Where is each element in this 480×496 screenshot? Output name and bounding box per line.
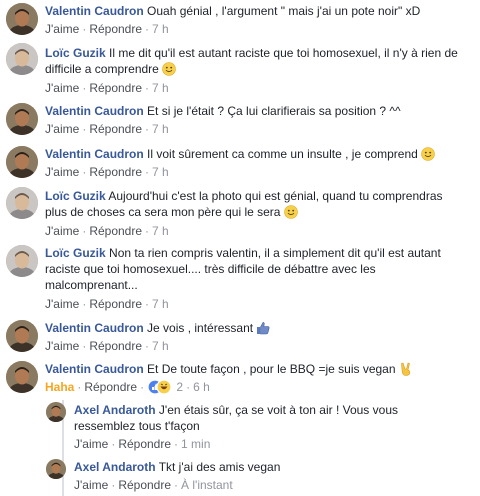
avatar[interactable] [6, 3, 38, 35]
comment-author[interactable]: Valentin Caudron [45, 362, 144, 376]
reply-button[interactable]: Répondre [118, 437, 171, 451]
smile-emoji [421, 147, 435, 161]
reply-button[interactable]: Répondre [89, 81, 142, 95]
reply-button[interactable]: Répondre [89, 224, 142, 238]
comment-author[interactable]: Loïc Guzik [45, 46, 106, 60]
comment-timestamp[interactable]: 1 min [181, 437, 210, 451]
avatar[interactable] [6, 361, 38, 393]
comment-author[interactable]: Valentin Caudron [45, 321, 144, 335]
haha-reaction-button[interactable]: Haha [45, 380, 74, 394]
comment-timestamp[interactable]: 7 h [152, 224, 169, 238]
comment-text: Et si je l'était ? Ça lui clarifierais s… [147, 104, 401, 118]
like-button[interactable]: J'aime [45, 339, 79, 353]
comment-text: Tkt j'ai des amis vegan [158, 460, 281, 474]
like-button[interactable]: J'aime [45, 297, 79, 311]
comment-author[interactable]: Axel Andaroth [74, 403, 156, 417]
comment-author[interactable]: Valentin Caudron [45, 147, 144, 161]
avatar[interactable] [6, 245, 38, 277]
comment-timestamp[interactable]: 6 h [193, 380, 210, 394]
comment-timestamp[interactable]: 7 h [152, 22, 169, 36]
like-button[interactable]: J'aime [74, 437, 108, 451]
like-button[interactable]: J'aime [45, 122, 79, 136]
reply-button[interactable]: Répondre [118, 478, 171, 492]
comment-author[interactable]: Valentin Caudron [45, 104, 144, 118]
comment-text: Il me dit qu'il est autant raciste que t… [45, 46, 458, 76]
like-button[interactable]: J'aime [45, 224, 79, 238]
smile-emoji [284, 205, 298, 219]
avatar[interactable] [46, 459, 66, 479]
comment-timestamp[interactable]: 7 h [152, 122, 169, 136]
comment-timestamp[interactable]: 7 h [152, 81, 169, 95]
avatar[interactable] [6, 187, 38, 219]
comment-timestamp[interactable]: 7 h [152, 297, 169, 311]
comment-timestamp[interactable]: 7 h [152, 165, 169, 179]
like-button[interactable]: J'aime [45, 81, 79, 95]
comment-timestamp[interactable]: 7 h [152, 339, 169, 353]
comment-text: Il voit sûrement ca comme un insulte , j… [147, 147, 418, 161]
like-button[interactable]: J'aime [74, 478, 108, 492]
smile-emoji [162, 62, 176, 76]
like-button[interactable]: J'aime [45, 165, 79, 179]
comment-timestamp[interactable]: À l'instant [181, 478, 233, 492]
victory-hand-emoji [399, 362, 413, 376]
comment-author[interactable]: Loïc Guzik [45, 246, 106, 260]
reply-button[interactable]: Répondre [89, 165, 142, 179]
comment-text: Ouah génial , l'argument " mais j'ai un … [147, 4, 421, 18]
comment-author[interactable]: Loïc Guzik [45, 189, 106, 203]
like-button[interactable]: J'aime [45, 22, 79, 36]
reaction-count[interactable]: 2 [176, 380, 183, 394]
comment-text: Je vois , intéressant [147, 321, 254, 335]
avatar[interactable] [6, 43, 38, 75]
comment-text: Et De toute façon , pour le BBQ =je suis… [147, 362, 396, 376]
avatar[interactable] [46, 402, 66, 422]
avatar[interactable] [6, 103, 38, 135]
comment-author[interactable]: Valentin Caudron [45, 4, 144, 18]
comment-author[interactable]: Axel Andaroth [74, 460, 156, 474]
avatar[interactable] [6, 146, 38, 178]
reply-button[interactable]: Répondre [89, 297, 142, 311]
avatar[interactable] [6, 320, 38, 352]
reply-button[interactable]: Répondre [89, 339, 142, 353]
reply-button[interactable]: Répondre [84, 380, 137, 394]
thumbs-up-emoji [256, 321, 270, 335]
reply-button[interactable]: Répondre [89, 122, 142, 136]
reply-button[interactable]: Répondre [89, 22, 142, 36]
reaction-icons[interactable] [147, 379, 173, 399]
